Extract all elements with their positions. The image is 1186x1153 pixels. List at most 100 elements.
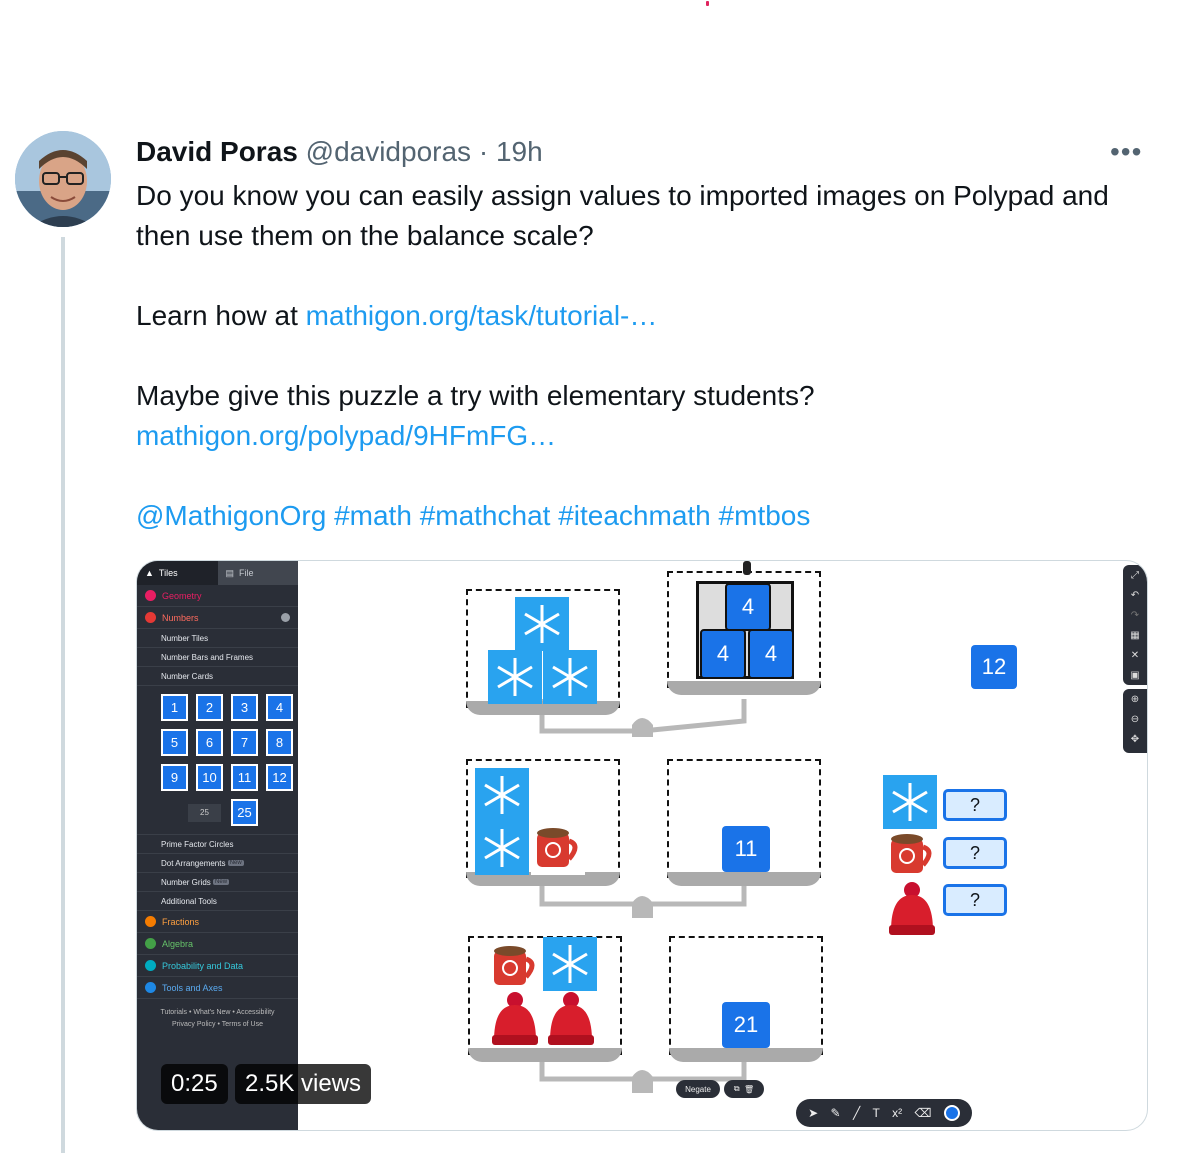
tools-icon[interactable]: ✕: [1123, 645, 1147, 665]
winter-hat-tile[interactable]: [544, 991, 598, 1052]
fractions-icon: [145, 916, 156, 927]
grid-icon[interactable]: ▦: [1123, 625, 1147, 645]
mention-link[interactable]: @MathigonOrg: [136, 500, 326, 531]
polypad-canvas[interactable]: 4 4 4 12 11 21 ? ? ? ⤢ ↶ ↷ ▦ ✕ ▣ ⊕ ⊖ ✥ N…: [298, 561, 1147, 1130]
category-algebra[interactable]: Algebra: [137, 933, 298, 955]
number-card[interactable]: 3: [231, 694, 258, 721]
winter-hat-tile[interactable]: [488, 991, 542, 1052]
zoom-out-icon[interactable]: ⊖: [1123, 709, 1147, 729]
video-player[interactable]: ▲ Tiles ▤ File Geometry Numbers Number T…: [136, 560, 1148, 1131]
snowflake-tile[interactable]: [488, 650, 542, 709]
number-card[interactable]: 12: [266, 764, 293, 791]
sidebar-item-number-bars[interactable]: Number Bars and Frames: [137, 648, 298, 667]
frame-handle[interactable]: [743, 561, 751, 575]
pointer-icon[interactable]: ➤: [808, 1106, 818, 1120]
number-card[interactable]: 6: [196, 729, 223, 756]
hat-value-box[interactable]: ?: [943, 884, 1007, 916]
category-probability[interactable]: Probability and Data: [137, 955, 298, 977]
custom-number-card[interactable]: 25: [231, 799, 258, 826]
number-card[interactable]: 10: [196, 764, 223, 791]
number-card[interactable]: 9: [161, 764, 188, 791]
hashtag-mtbos[interactable]: #mtbos: [719, 500, 811, 531]
tab-tiles[interactable]: ▲ Tiles: [137, 561, 218, 585]
sidebar-item-additional-tools[interactable]: Additional Tools: [137, 892, 298, 911]
number-tile[interactable]: 11: [722, 826, 770, 872]
number-card[interactable]: 2: [196, 694, 223, 721]
text-icon[interactable]: T: [873, 1106, 880, 1120]
scale-3-right-plate: [669, 1048, 823, 1062]
thread-line: [61, 237, 65, 1153]
category-geometry[interactable]: Geometry: [137, 585, 298, 607]
hashtag-math[interactable]: #math: [334, 500, 412, 531]
snowflake-tile[interactable]: [543, 937, 597, 996]
sidebar-item-number-tiles[interactable]: Number Tiles: [137, 629, 298, 648]
sidebar-item-prime-circles[interactable]: Prime Factor Circles: [137, 834, 298, 854]
number-tile[interactable]: 12: [971, 645, 1017, 689]
line-icon[interactable]: ╱: [853, 1106, 860, 1120]
number-tile[interactable]: 4: [748, 629, 794, 679]
snowflake-tile[interactable]: [515, 597, 569, 656]
color-picker[interactable]: [943, 1105, 960, 1121]
hot-cocoa-tile[interactable]: [531, 821, 585, 880]
category-label: Tools and Axes: [162, 982, 223, 993]
snowflake-tile[interactable]: [543, 650, 597, 709]
number-card[interactable]: 7: [231, 729, 258, 756]
fullscreen-icon[interactable]: ⤢: [1123, 565, 1147, 585]
zoom-in-icon[interactable]: ⊕: [1123, 689, 1147, 709]
sidebar-item-number-grids[interactable]: Number Grids New: [137, 873, 298, 892]
footer-links[interactable]: Tutorials • What's New • Accessibility: [137, 1007, 298, 1019]
number-tile[interactable]: 4: [725, 583, 771, 631]
copy-delete-bar: ⧉ 🗑: [724, 1080, 764, 1098]
hot-cocoa-tile[interactable]: [885, 829, 939, 884]
number-card[interactable]: 11: [231, 764, 258, 791]
equation-icon[interactable]: x²: [892, 1106, 902, 1120]
help-icon[interactable]: [281, 613, 290, 622]
pen-icon[interactable]: ✎: [831, 1106, 841, 1120]
drawing-toolbar: ➤ ✎ ╱ T x² ⌫: [796, 1099, 972, 1127]
number-card[interactable]: 8: [266, 729, 293, 756]
eraser-icon[interactable]: ⌫: [915, 1106, 932, 1120]
avatar[interactable]: [15, 131, 111, 227]
number-card[interactable]: 5: [161, 729, 188, 756]
polypad-link[interactable]: mathigon.org/polypad/9HFmFG…: [136, 420, 556, 451]
undo-icon[interactable]: ↶: [1123, 585, 1147, 605]
number-card[interactable]: 1: [161, 694, 188, 721]
tab-file-label: File: [239, 568, 254, 578]
sidebar-item-label: Number Grids: [161, 877, 211, 887]
hot-cocoa-tile[interactable]: [488, 939, 542, 998]
hashtag-mathchat[interactable]: #mathchat: [420, 500, 551, 531]
author-handle[interactable]: @davidporas: [306, 136, 471, 167]
more-options-icon[interactable]: •••: [1110, 136, 1142, 168]
image-icon[interactable]: ▣: [1123, 665, 1147, 685]
copy-icon[interactable]: ⧉: [734, 1084, 740, 1094]
redo-icon[interactable]: ↷: [1123, 605, 1147, 625]
tweet-header: David Poras @davidporas · 19h: [136, 134, 543, 170]
footer-links[interactable]: Privacy Policy • Terms of Use: [137, 1019, 298, 1031]
hashtag-iteachmath[interactable]: #iteachmath: [558, 500, 711, 531]
snowflake-tile[interactable]: [883, 775, 937, 834]
custom-number-input[interactable]: 25: [188, 803, 221, 822]
sidebar-item-number-cards[interactable]: Number Cards: [137, 667, 298, 686]
snowflake-value-box[interactable]: ?: [943, 789, 1007, 821]
tweet-line-3: Maybe give this puzzle a try with elemen…: [136, 380, 815, 411]
sidebar-item-dot-arrangements[interactable]: Dot Arrangements New: [137, 854, 298, 873]
pan-icon[interactable]: ✥: [1123, 729, 1147, 749]
number-tile[interactable]: 21: [722, 1002, 770, 1048]
tools-icon: [145, 982, 156, 993]
author-name[interactable]: David Poras: [136, 136, 298, 167]
negate-button[interactable]: Negate: [676, 1080, 720, 1098]
winter-hat-tile[interactable]: [885, 881, 939, 942]
category-fractions[interactable]: Fractions: [137, 911, 298, 933]
timestamp[interactable]: 19h: [496, 136, 543, 167]
number-card[interactable]: 4: [266, 694, 293, 721]
snowflake-tile[interactable]: [475, 768, 529, 827]
delete-icon[interactable]: 🗑: [744, 1085, 754, 1094]
number-tile[interactable]: 4: [700, 629, 746, 679]
tab-file[interactable]: ▤ File: [217, 561, 298, 585]
notification-dot: [706, 1, 709, 6]
cocoa-value-box[interactable]: ?: [943, 837, 1007, 869]
snowflake-tile[interactable]: [475, 821, 529, 880]
category-numbers[interactable]: Numbers: [137, 607, 298, 629]
tutorial-link[interactable]: mathigon.org/task/tutorial-…: [306, 300, 658, 331]
category-tools[interactable]: Tools and Axes: [137, 977, 298, 999]
